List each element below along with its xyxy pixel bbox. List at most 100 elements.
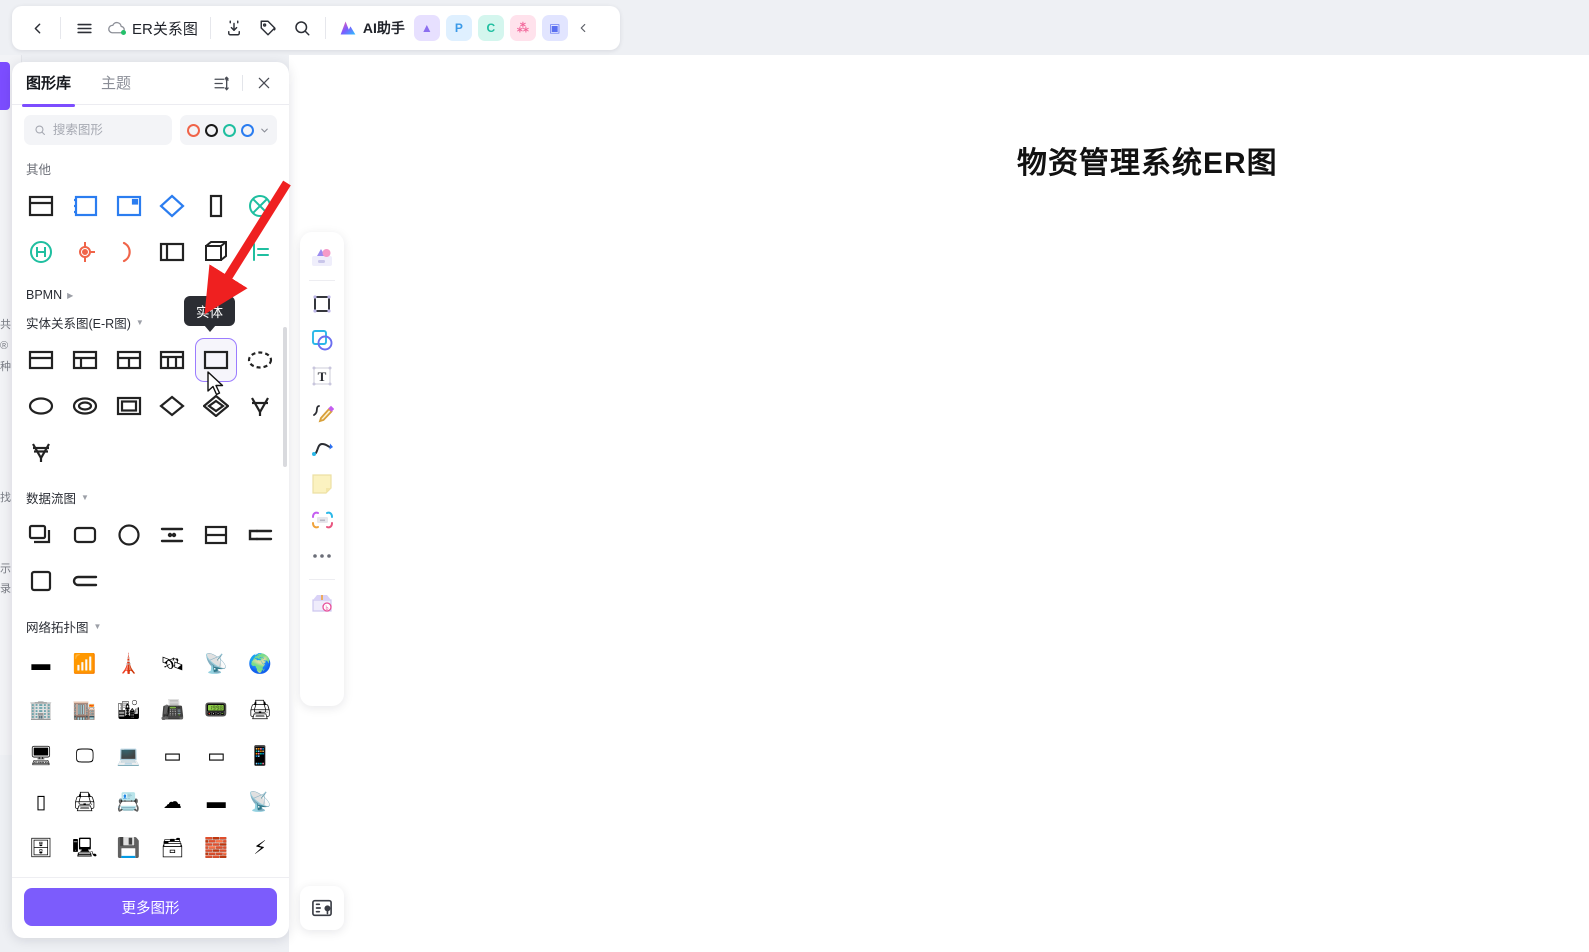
search-button[interactable]	[285, 11, 319, 45]
table-header-shape[interactable]	[20, 338, 62, 382]
ground-shape[interactable]	[239, 230, 281, 274]
server-rack-icon[interactable]: 🗄	[20, 826, 62, 870]
access-point-icon[interactable]: 📡	[239, 780, 281, 824]
circle-h-shape[interactable]	[20, 230, 62, 274]
diamond-shape[interactable]	[151, 184, 193, 228]
connector-tool[interactable]	[305, 431, 339, 465]
section-title-dfd[interactable]: 数据流图 ▼	[16, 480, 285, 510]
topology-app-icon[interactable]: ⁂	[509, 15, 536, 41]
table-left-col-shape[interactable]	[64, 338, 106, 382]
swatch-teal[interactable]	[223, 123, 236, 137]
smartphone-icon[interactable]: 📱	[239, 734, 281, 778]
double-ellipse-shape[interactable]	[64, 384, 106, 428]
open-store-shape[interactable]	[239, 513, 281, 557]
desktop-display-icon[interactable]: 🖵	[64, 734, 106, 778]
cloud-icon[interactable]: ☁	[151, 780, 193, 824]
pen-tool[interactable]	[305, 395, 339, 429]
tab-shape-library[interactable]: 图形库	[21, 72, 76, 107]
section-title-network[interactable]: 网络拓扑图 ▼	[16, 609, 285, 639]
wifi-icon[interactable]: 📶	[64, 642, 106, 686]
tablet-icon[interactable]: ▯	[20, 780, 62, 824]
printer-icon[interactable]: 🖨	[64, 780, 106, 824]
split-panel-shape[interactable]	[151, 230, 193, 274]
cube-shape[interactable]	[195, 230, 237, 274]
circle-cross-shape[interactable]	[239, 184, 281, 228]
more-shapes-button[interactable]: 更多图形	[24, 888, 277, 926]
relationship-diamond-shape[interactable]	[151, 384, 193, 428]
image-app-icon[interactable]: ▲	[413, 15, 440, 41]
back-button[interactable]	[20, 11, 54, 45]
swatch-orange[interactable]	[187, 123, 200, 137]
ellipse-shape[interactable]	[20, 384, 62, 428]
generalization-shape[interactable]	[239, 384, 281, 428]
notebook-icon[interactable]: ▭	[195, 734, 237, 778]
globe-icon[interactable]: 🌍	[239, 642, 281, 686]
thin-device-icon[interactable]: ▬	[195, 872, 237, 877]
tab-theme[interactable]: 主题	[101, 72, 131, 95]
firewall-icon[interactable]: 🧱	[195, 826, 237, 870]
dashed-ellipse-shape[interactable]	[239, 338, 281, 382]
collapse-apps-button[interactable]	[571, 11, 595, 45]
frame-tool[interactable]	[305, 287, 339, 321]
more-tools[interactable]	[305, 539, 339, 573]
close-icon[interactable]	[253, 72, 275, 94]
office-building-icon[interactable]: 🏬	[64, 688, 106, 732]
ups-icon[interactable]: ▪	[20, 872, 62, 877]
tall-building-icon[interactable]: 🏢	[20, 688, 62, 732]
shape-tool[interactable]	[305, 323, 339, 357]
diagram-canvas[interactable]	[289, 55, 1589, 952]
storage-icon[interactable]: 💾	[108, 826, 150, 870]
table-two-col-shape[interactable]	[108, 338, 150, 382]
data-store-shape[interactable]	[151, 513, 193, 557]
modem-icon[interactable]: ▬	[195, 780, 237, 824]
comment-app-icon[interactable]: ▣	[541, 15, 568, 41]
rounded-process-shape[interactable]	[64, 513, 106, 557]
window-shape[interactable]	[20, 184, 62, 228]
server-tower-icon[interactable]: 🖳	[64, 826, 106, 870]
chevron-down-icon[interactable]	[259, 125, 270, 136]
laptop-outline-icon[interactable]: ▭	[151, 734, 193, 778]
ai-assistant-button[interactable]: AI助手	[332, 15, 411, 41]
circle-process-shape[interactable]	[108, 513, 150, 557]
arc-shape[interactable]	[108, 230, 150, 274]
section-title-er[interactable]: 实体关系图(E-R图) ▼	[16, 305, 285, 335]
wedge-device-icon[interactable]: ◣	[239, 872, 281, 877]
router-icon[interactable]: 📟	[195, 688, 237, 732]
swatch-blue[interactable]	[241, 123, 254, 137]
square-shape[interactable]	[20, 559, 62, 603]
open-rect-shape[interactable]	[64, 559, 106, 603]
table-three-col-shape[interactable]	[151, 338, 193, 382]
search-input-wrapper[interactable]	[24, 115, 172, 145]
menu-button[interactable]	[67, 11, 101, 45]
swatch-black[interactable]	[205, 123, 218, 137]
scanner-icon[interactable]: 📇	[108, 780, 150, 824]
external-entity-shape[interactable]	[195, 513, 237, 557]
fax-icon[interactable]: 📠	[151, 688, 193, 732]
mind-app-icon[interactable]: C	[477, 15, 504, 41]
target-shape[interactable]	[64, 230, 106, 274]
line-device-icon[interactable]: ▭	[151, 872, 193, 877]
specialization-shape[interactable]	[20, 430, 62, 474]
document-shape[interactable]	[64, 184, 106, 228]
scanner-device-icon[interactable]: 🖨	[239, 688, 281, 732]
keyboard-icon[interactable]: ⌨	[64, 872, 106, 877]
workstation-icon[interactable]: 💻	[108, 734, 150, 778]
multi-process-shape[interactable]	[20, 513, 62, 557]
ppt-app-icon[interactable]: P	[445, 15, 472, 41]
switch-icon[interactable]: ▬	[20, 642, 62, 686]
datacenter-icon[interactable]: 🗃	[151, 826, 193, 870]
sticky-note-tool[interactable]	[305, 467, 339, 501]
text-tool[interactable]: T	[305, 359, 339, 393]
document-title-chip[interactable]: ER关系图	[101, 18, 204, 39]
section-title-bpmn[interactable]: BPMN ▶	[16, 280, 285, 305]
assets-tool[interactable]: b	[305, 586, 339, 620]
minimap-button[interactable]	[300, 886, 344, 930]
image-tool[interactable]	[305, 503, 339, 537]
vertical-bar-shape[interactable]	[195, 184, 237, 228]
tag-button[interactable]	[251, 11, 285, 45]
sort-list-icon[interactable]	[210, 72, 232, 94]
tower-icon[interactable]: 🗼	[108, 642, 150, 686]
satellite-icon[interactable]: 🛰	[151, 642, 193, 686]
dish-antenna-icon[interactable]: 📡	[195, 642, 237, 686]
power-icon[interactable]: ⚡	[239, 826, 281, 870]
